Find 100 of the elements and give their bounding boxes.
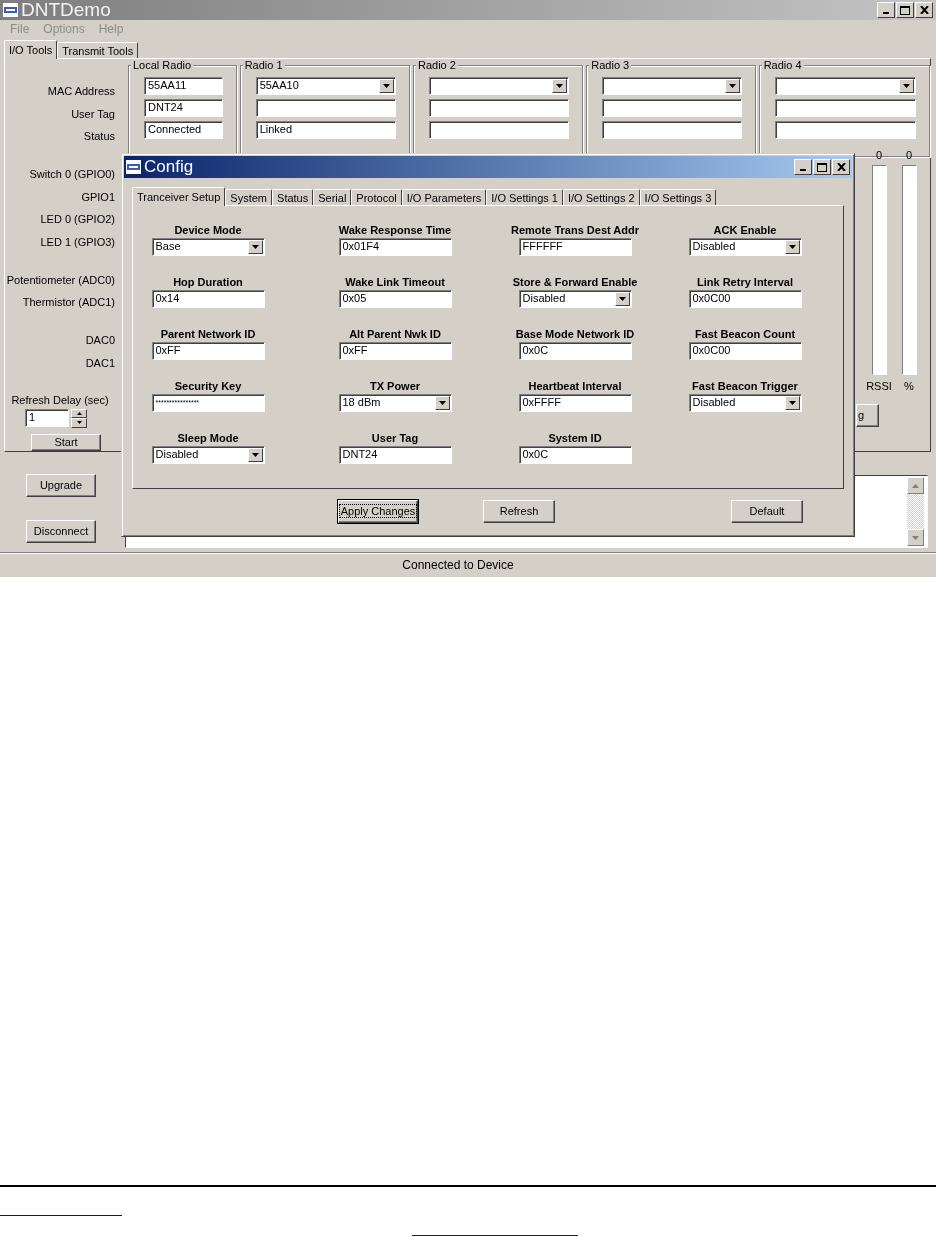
button[interactable]: Disconnect: [26, 520, 96, 543]
input-field[interactable]: DNT24: [144, 99, 223, 117]
input-field[interactable]: [774, 121, 916, 139]
close-button[interactable]: [915, 2, 933, 18]
minimize-button[interactable]: [877, 2, 895, 18]
input-field[interactable]: [602, 121, 742, 139]
dropdown[interactable]: [428, 77, 570, 95]
start-button[interactable]: Start: [31, 433, 101, 451]
field-label: ACK Enable: [713, 224, 777, 237]
input-field[interactable]: 55AA11: [144, 77, 223, 95]
input-field[interactable]: Connected: [144, 121, 223, 139]
button[interactable]: Apply Changes: [338, 500, 418, 523]
close-button[interactable]: [832, 159, 850, 175]
input-field[interactable]: DNT24: [338, 446, 452, 464]
input-field[interactable]: [428, 121, 570, 139]
field-label: Sleep Mode: [177, 432, 239, 445]
input-field[interactable]: [428, 99, 570, 117]
scroll-up-button[interactable]: [907, 477, 924, 494]
input-field[interactable]: [255, 99, 396, 117]
button[interactable]: Upgrade: [26, 474, 96, 497]
dropdown[interactable]: Disabled: [688, 238, 802, 256]
tab[interactable]: Transmit Tools: [57, 42, 139, 58]
row-label: Status: [83, 130, 115, 143]
input-field[interactable]: 0x0C00: [688, 342, 802, 360]
group-title: Radio 3: [589, 59, 632, 72]
field-label: Fast Beacon Trigger: [692, 380, 798, 393]
input-field[interactable]: 0xFF: [151, 342, 265, 360]
button[interactable]: Refresh: [483, 500, 555, 523]
field-label: Wake Link Timeout: [345, 276, 445, 289]
row-label: User Tag: [71, 107, 115, 121]
spin-up-button[interactable]: [71, 408, 87, 419]
app-icon: [3, 3, 18, 17]
input-field[interactable]: [602, 99, 742, 117]
row-label: GPIO1: [81, 190, 115, 204]
input-field[interactable]: FFFFFF: [518, 238, 632, 256]
spin-down-button[interactable]: [71, 418, 87, 428]
field-label: TX Power: [369, 380, 421, 393]
input-field[interactable]: 0x0C00: [688, 290, 802, 308]
row-label: Potentiometer (ADC0): [6, 273, 115, 287]
button[interactable]: Default: [731, 500, 803, 523]
tab[interactable]: I/O Parameters: [401, 189, 487, 205]
field-label: Wake Response Time: [338, 224, 452, 237]
button[interactable]: g: [856, 404, 879, 428]
tab[interactable]: I/O Settings 1: [486, 189, 563, 205]
dropdown[interactable]: Base: [151, 238, 265, 256]
dropdown[interactable]: Disabled: [151, 446, 265, 464]
row-label: LED 1 (GPIO3): [40, 235, 115, 249]
close-icon: [836, 163, 846, 171]
field-label: Hop Duration: [173, 276, 243, 289]
meter-label: RSSI: [866, 380, 892, 394]
input-field[interactable]: 1: [25, 408, 69, 427]
group-title: Radio 4: [761, 59, 804, 72]
maximize-button[interactable]: [896, 2, 914, 18]
dropdown[interactable]: Disabled: [688, 394, 802, 412]
field-label: Base Mode Network ID: [515, 328, 635, 341]
tab[interactable]: I/O Settings 2: [562, 189, 640, 205]
app-icon: [126, 160, 141, 174]
row-label: DAC0: [85, 334, 115, 347]
row-label: DAC1: [85, 356, 115, 370]
tab[interactable]: I/O Tools: [4, 40, 58, 59]
maximize-icon: [900, 5, 910, 15]
input-field[interactable]: 0x0C: [518, 446, 632, 464]
tab[interactable]: I/O Settings 3: [639, 189, 717, 205]
scroll-down-button[interactable]: [907, 529, 924, 546]
window-title: DNTDemo: [21, 0, 111, 20]
input-field[interactable]: 0xFFFF: [518, 394, 632, 412]
input-field[interactable]: 0x14: [151, 290, 265, 308]
field-label: Remote Trans Dest Addr: [511, 224, 639, 237]
group-title: Radio 1: [242, 59, 285, 72]
minimize-button[interactable]: [794, 159, 812, 175]
field-label: Security Key: [174, 380, 242, 393]
input-field[interactable]: 0x05: [338, 290, 452, 308]
down-arrow-icon: [912, 535, 919, 540]
field-label: System ID: [548, 432, 602, 445]
field-label: Refresh Delay (sec): [11, 393, 109, 406]
input-field[interactable]: 0xFF: [338, 342, 452, 360]
dropdown[interactable]: 18 dBm: [338, 394, 452, 412]
up-arrow-icon: [912, 483, 919, 488]
tab[interactable]: Tranceiver Setup: [132, 187, 226, 206]
status-text: Connected to Device: [402, 557, 514, 573]
tab[interactable]: Protocol: [351, 189, 402, 205]
tab[interactable]: Serial: [313, 189, 352, 205]
row-label: MAC Address: [47, 85, 115, 98]
input-field[interactable]: 0x01F4: [338, 238, 452, 256]
input-field[interactable]: 0x0C: [518, 342, 632, 360]
field-label: Alt Parent Nwk ID: [349, 328, 441, 341]
dropdown[interactable]: 55AA10: [255, 77, 396, 95]
field-label: Device Mode: [174, 224, 242, 237]
input-field[interactable]: [774, 99, 916, 117]
maximize-button[interactable]: [813, 159, 831, 175]
tab[interactable]: System: [225, 189, 273, 205]
input-field[interactable]: Linked: [255, 121, 396, 139]
dropdown[interactable]: [774, 77, 916, 95]
field-label: User Tag: [371, 432, 419, 445]
field-label: Store & Forward Enable: [512, 276, 638, 289]
tab[interactable]: Status: [272, 189, 314, 205]
dropdown[interactable]: Disabled: [518, 290, 632, 308]
dropdown[interactable]: [602, 77, 742, 95]
meter-reading: 0: [905, 149, 913, 163]
meter-reading: 0: [875, 149, 883, 163]
